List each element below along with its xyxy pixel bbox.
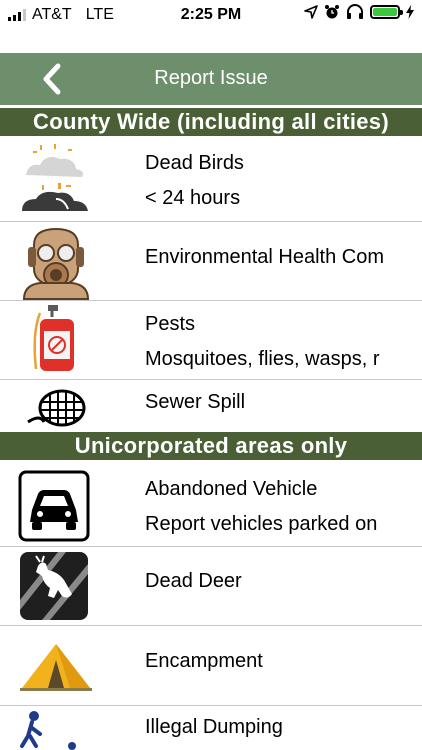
list-item-title: Environmental Health Com: [145, 246, 384, 268]
tent-icon: [18, 636, 94, 696]
list-item-encampment[interactable]: Encampment: [0, 626, 422, 706]
list-item-abandoned-vehicle[interactable]: Abandoned Vehicle Report vehicles parked…: [0, 460, 422, 547]
dumping-icon: [18, 710, 94, 750]
list-item-title: Dead Birds: [145, 152, 244, 174]
sewer-grate-icon: [18, 384, 94, 428]
charging-icon: [406, 5, 414, 19]
status-bar: AT&T LTE 2:25 PM: [0, 0, 422, 30]
list-item-environmental-health[interactable]: Environmental Health Com: [0, 222, 422, 301]
list-item-illegal-dumping[interactable]: Illegal Dumping: [0, 706, 422, 750]
battery-fill: [373, 8, 397, 16]
list-item-title: Illegal Dumping: [145, 716, 283, 738]
section-header-county-wide: County Wide (including all cities): [0, 108, 422, 136]
sprayer-icon: [18, 303, 94, 379]
list-item-subtitle: Report vehicles parked on: [145, 513, 378, 535]
list-item-title: Encampment: [145, 650, 263, 672]
list-item-title: Abandoned Vehicle: [145, 478, 318, 500]
list-item-title: Dead Deer: [145, 570, 242, 592]
battery-icon: [370, 5, 403, 19]
nav-bar: Report Issue: [0, 53, 422, 105]
list-item-sewer-spill[interactable]: Sewer Spill: [0, 380, 422, 432]
location-icon: [304, 5, 318, 19]
headphones-icon: [347, 4, 363, 19]
deer-crossing-icon: [18, 550, 90, 622]
list-item-title: Sewer Spill: [145, 391, 246, 413]
status-right: [304, 4, 414, 20]
section-header-unincorporated: Unicorporated areas only: [0, 432, 422, 460]
gas-mask-icon: [18, 225, 94, 300]
car-icon: [18, 470, 90, 542]
list-item-pests[interactable]: Pests Mosquitoes, flies, wasps, r: [0, 301, 422, 380]
alarm-icon: [325, 5, 339, 19]
list-item-subtitle: Mosquitoes, flies, wasps, r: [145, 348, 380, 370]
page-title: Report Issue: [154, 67, 268, 89]
list-item-title: Pests: [145, 313, 196, 335]
list-item-subtitle: < 24 hours: [145, 187, 241, 209]
list-item-dead-birds[interactable]: Dead Birds < 24 hours: [0, 136, 422, 222]
list-item-dead-deer[interactable]: Dead Deer: [0, 547, 422, 626]
dead-birds-icon: [18, 141, 94, 217]
